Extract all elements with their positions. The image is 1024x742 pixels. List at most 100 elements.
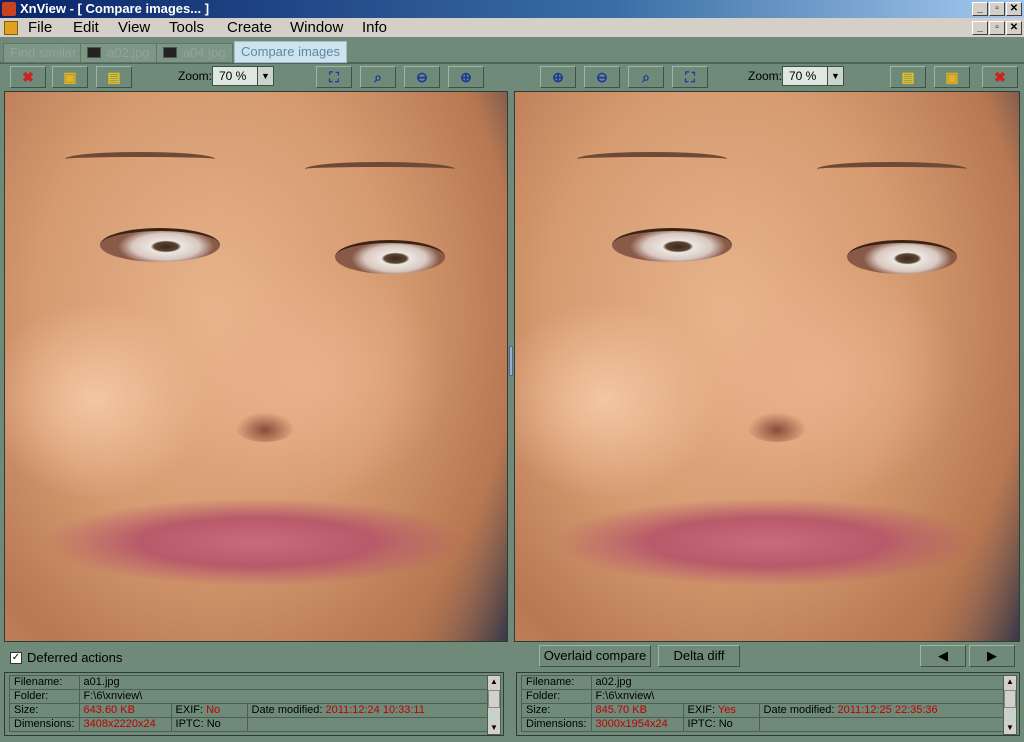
iptc-label: IPTC:: [687, 718, 716, 730]
right-size-value: 845.70 KB: [590, 703, 684, 718]
splitter-grip[interactable]: [509, 346, 513, 376]
menu-view[interactable]: View: [118, 18, 150, 38]
left-dimensions-value: 3408x2220x24: [78, 717, 172, 732]
right-info-scrollbar[interactable]: ▲ ▼: [1003, 675, 1017, 735]
left-actual-size-button[interactable]: ⌕: [360, 66, 396, 88]
close-window-button[interactable]: ✕: [1006, 2, 1022, 16]
right-exif-value: Yes: [717, 704, 736, 716]
right-dimensions-value: 3000x1954x24: [590, 717, 684, 732]
tab-label: a04.jpg: [183, 45, 226, 60]
nose-shadow: [235, 412, 295, 442]
tab-label: a02.jpg: [107, 45, 150, 60]
image-thumbnail-icon: [163, 47, 177, 59]
left-zoom-in-button[interactable]: ⊕: [448, 66, 484, 88]
tab-compare-images[interactable]: Compare images: [234, 41, 347, 63]
scroll-up-icon[interactable]: ▲: [1004, 676, 1016, 688]
left-zoom-out-button[interactable]: ⊖: [404, 66, 440, 88]
right-date-cell: Date modified: 2011:12:25 22:35:36: [758, 703, 1006, 718]
eye-shape: [612, 228, 732, 262]
title-bar: XnView - [ Compare images... ] _ ▫ ✕: [0, 0, 1024, 18]
bottom-controls: ✓ Deferred actions Overlaid compare Delt…: [0, 642, 1024, 672]
doc-close-button[interactable]: ✕: [1006, 21, 1022, 35]
tab-find-similar[interactable]: Find similar: [3, 43, 84, 63]
left-iptc-cell: IPTC: No: [170, 717, 248, 732]
menu-edit[interactable]: Edit: [73, 18, 99, 38]
right-zoom-in-button[interactable]: ⊕: [540, 66, 576, 88]
right-zoom-select[interactable]: 70 % ▼: [782, 66, 844, 86]
next-image-button[interactable]: ▶: [969, 645, 1015, 667]
right-actual-size-button[interactable]: ⌕: [628, 66, 664, 88]
delta-diff-button[interactable]: Delta diff: [658, 645, 740, 667]
eye-shape: [335, 240, 445, 274]
right-close-image-button[interactable]: ✖: [982, 66, 1018, 88]
doc-restore-button[interactable]: ▫: [989, 21, 1005, 35]
left-file-info: Filename: a01.jpg Folder: F:\6\xnview\ S…: [4, 672, 504, 736]
exif-label: EXIF:: [175, 704, 204, 716]
tab-a02[interactable]: a02.jpg: [80, 43, 157, 63]
left-zoom-value: 70 %: [219, 69, 247, 83]
previous-image-button[interactable]: ◀: [920, 645, 966, 667]
maximize-button[interactable]: ▫: [989, 2, 1005, 16]
filename-label: Filename:: [9, 675, 80, 690]
menu-bar: File Edit View Tools Create Window Info …: [0, 18, 1024, 38]
tab-bar: Find similar a02.jpg a04.jpg Compare ima…: [0, 38, 1024, 64]
right-toolbar: ⊕ ⊖ ⌕ ⛶ Zoom: 70 % ▼ ▤ ▣ ✖: [516, 66, 1020, 88]
eye-shape: [847, 240, 957, 274]
left-info-table: Filename: a01.jpg Folder: F:\6\xnview\ S…: [9, 675, 490, 732]
xnview-app-icon[interactable]: [2, 2, 16, 16]
right-date-value: 2011:12:25 22:35:36: [837, 704, 938, 716]
left-date-cell: Date modified: 2011:12:24 10:33:11: [246, 703, 490, 718]
size-label: Size:: [521, 703, 592, 718]
minimize-button[interactable]: _: [972, 2, 988, 16]
left-exif-value: No: [206, 704, 221, 716]
scroll-down-icon[interactable]: ▼: [488, 722, 500, 734]
left-exif-cell: EXIF: No: [170, 703, 248, 718]
chevron-down-icon[interactable]: ▼: [827, 67, 843, 85]
menu-create[interactable]: Create: [227, 18, 272, 38]
deferred-actions-checkbox[interactable]: ✓: [10, 652, 22, 664]
left-filename-value: a01.jpg: [78, 675, 490, 690]
left-info-scrollbar[interactable]: ▲ ▼: [487, 675, 501, 735]
left-save-image-button[interactable]: ▤: [96, 66, 132, 88]
tab-label: Find similar: [10, 45, 77, 60]
tab-a04[interactable]: a04.jpg: [156, 43, 233, 63]
right-zoom-out-button[interactable]: ⊖: [584, 66, 620, 88]
doc-minimize-button[interactable]: _: [972, 21, 988, 35]
left-image-view[interactable]: [4, 91, 508, 642]
size-label: Size:: [9, 703, 80, 718]
overlaid-compare-button[interactable]: Overlaid compare: [539, 645, 651, 667]
right-image-view[interactable]: [514, 91, 1020, 642]
left-zoom-select[interactable]: 70 % ▼: [212, 66, 274, 86]
menu-tools[interactable]: Tools: [169, 18, 204, 38]
left-open-image-button[interactable]: ▣: [52, 66, 88, 88]
menu-info[interactable]: Info: [362, 18, 387, 38]
filename-label: Filename:: [521, 675, 592, 690]
image-thumbnail-icon: [87, 47, 101, 59]
scroll-thumb[interactable]: [1004, 690, 1016, 708]
left-zoom-label: Zoom:: [178, 69, 213, 83]
left-size-value: 643.60 KB: [78, 703, 172, 718]
nose-shadow: [747, 412, 807, 442]
document-menu-icon[interactable]: [4, 21, 18, 35]
menu-window[interactable]: Window: [290, 18, 343, 38]
right-open-image-button[interactable]: ▣: [934, 66, 970, 88]
scroll-thumb[interactable]: [488, 690, 500, 708]
right-fit-window-button[interactable]: ⛶: [672, 66, 708, 88]
deferred-actions-label: Deferred actions: [27, 650, 123, 665]
right-zoom-label: Zoom:: [748, 69, 783, 83]
menu-file[interactable]: File: [28, 18, 52, 38]
scroll-up-icon[interactable]: ▲: [488, 676, 500, 688]
exif-label: EXIF:: [687, 704, 716, 716]
empty-cell: [246, 717, 490, 732]
right-file-info: Filename: a02.jpg Folder: F:\6\xnview\ S…: [516, 672, 1020, 736]
right-info-table: Filename: a02.jpg Folder: F:\6\xnview\ S…: [521, 675, 1006, 732]
tab-label: Compare images: [241, 44, 340, 59]
right-save-image-button[interactable]: ▤: [890, 66, 926, 88]
eyebrow-shape: [65, 152, 215, 166]
chevron-down-icon[interactable]: ▼: [257, 67, 273, 85]
right-exif-cell: EXIF: Yes: [682, 703, 760, 718]
left-close-image-button[interactable]: ✖: [10, 66, 46, 88]
left-fit-window-button[interactable]: ⛶: [316, 66, 352, 88]
scroll-down-icon[interactable]: ▼: [1004, 722, 1016, 734]
eyebrow-shape: [577, 152, 727, 166]
